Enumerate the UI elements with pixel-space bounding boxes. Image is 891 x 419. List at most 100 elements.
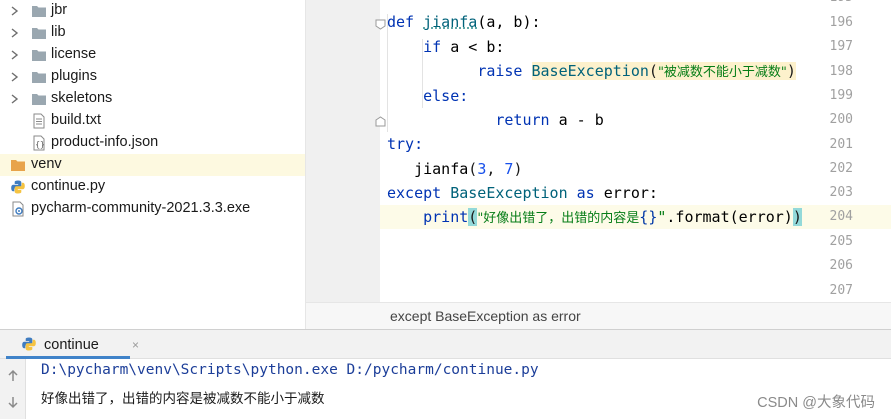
tree-item-label: continue.py	[31, 178, 106, 194]
code-token: if	[423, 38, 442, 56]
tree-item-label: build.txt	[51, 112, 101, 128]
code-token: (	[648, 62, 658, 80]
tree-item-label: pycharm-community-2021.3.3.exe	[31, 200, 251, 216]
code-token: {}	[639, 208, 658, 226]
console-output-line[interactable]: 好像出错了，出错的内容是被减数不能小于减数	[41, 387, 325, 407]
line-number: 200	[829, 112, 853, 127]
code-token: raise	[477, 62, 523, 80]
line-number-gutter	[306, 0, 380, 302]
line-number: 206	[829, 258, 853, 273]
tab-label: continue	[44, 337, 99, 353]
watermark: CSDN @大象代码	[757, 395, 875, 411]
code-line-202[interactable]: jianfa(3, 7)	[387, 157, 522, 181]
folder-icon	[31, 91, 47, 107]
code-token: a < b:	[441, 38, 505, 56]
run-console[interactable]: D:\pycharm\venv\Scripts\python.exe D:/py…	[0, 359, 891, 419]
line-number: 196	[829, 15, 853, 30]
code-token: )	[786, 62, 796, 80]
arrow-up-icon[interactable]	[6, 369, 20, 383]
folder-icon	[31, 47, 47, 63]
tree-item-label: plugins	[51, 68, 97, 84]
fold-marker-icon[interactable]	[375, 17, 386, 30]
console-command-line[interactable]: D:\pycharm\venv\Scripts\python.exe D:/py…	[41, 362, 539, 378]
tree-item-skeletons[interactable]: skeletons	[0, 88, 305, 110]
chevron-right-icon[interactable]	[9, 22, 21, 44]
tree-item-label: product-info.json	[51, 134, 159, 150]
chevron-right-icon[interactable]	[9, 0, 21, 22]
line-number: 205	[829, 234, 853, 249]
tab-continue[interactable]: continue ×	[6, 330, 139, 359]
arrow-down-icon[interactable]	[6, 395, 20, 409]
line-number: 201	[829, 137, 853, 152]
code-line-200[interactable]: return a - b	[387, 108, 604, 132]
tree-item-jbr[interactable]: jbr	[0, 0, 305, 22]
code-line-197[interactable]: if a < b:	[387, 35, 504, 59]
code-token: except	[387, 184, 442, 202]
code-line-196[interactable]: def jianfa(a, b):	[387, 10, 541, 34]
line-number: 198	[829, 64, 853, 79]
code-token: error:	[594, 184, 658, 202]
code-editor[interactable]: 195 196 197 198 199 200 201 202 203 204 …	[306, 0, 891, 302]
excluded-folder-icon	[10, 157, 26, 173]
code-token: try:	[387, 135, 424, 153]
tree-item-continue-py[interactable]: continue.py	[0, 176, 305, 198]
executable-file-icon	[10, 201, 26, 217]
code-token: "好像出错了，出错的内容是	[477, 211, 640, 226]
breadcrumb-item[interactable]: except BaseException as error	[390, 308, 581, 324]
tree-item-plugins[interactable]: plugins	[0, 66, 305, 88]
project-tree: jbr lib license plugins skeletons build.…	[0, 0, 306, 329]
code-token: jianfa	[423, 13, 478, 31]
code-token: )	[792, 208, 802, 226]
python-file-icon	[10, 179, 26, 195]
code-token: as	[576, 184, 595, 202]
code-token: "被减数不能小于减数"	[657, 65, 787, 80]
line-number: 202	[829, 161, 853, 176]
tree-item-label: lib	[51, 24, 66, 40]
code-line-199[interactable]: else:	[387, 84, 468, 108]
tree-item-lib[interactable]: lib	[0, 22, 305, 44]
code-token: )	[513, 160, 523, 178]
breadcrumb: except BaseException as error	[306, 302, 891, 329]
code-line-204[interactable]: print("好像出错了，出错的内容是{}".format(error))	[387, 205, 802, 229]
fold-end-marker-icon[interactable]	[375, 114, 386, 127]
close-icon[interactable]: ×	[132, 338, 139, 352]
run-toolbar	[0, 359, 26, 419]
line-number: 197	[829, 39, 853, 54]
code-line-201[interactable]: try:	[387, 132, 423, 156]
tree-item-pycharm-exe[interactable]: pycharm-community-2021.3.3.exe	[0, 198, 305, 220]
code-token: BaseException	[531, 62, 649, 80]
code-token: jianfa	[414, 160, 469, 178]
text-file-icon	[31, 113, 47, 129]
folder-icon	[31, 3, 47, 19]
code-token: a - b	[549, 111, 604, 129]
tree-item-label: license	[51, 46, 97, 62]
code-line-198[interactable]: raise BaseException("被减数不能小于减数")	[387, 59, 796, 83]
json-file-icon: {}	[31, 135, 47, 151]
folder-icon	[31, 25, 47, 41]
tree-item-product-info-json[interactable]: {} product-info.json	[0, 132, 305, 154]
code-token: (	[468, 208, 478, 226]
python-icon	[21, 336, 37, 352]
code-token: else:	[423, 87, 469, 105]
line-number: 203	[829, 185, 853, 200]
tree-item-label: venv	[31, 156, 62, 172]
line-number: 207	[829, 283, 853, 298]
code-token: (	[468, 160, 478, 178]
tree-item-venv[interactable]: venv	[0, 154, 305, 176]
code-token: print	[423, 208, 469, 226]
chevron-right-icon[interactable]	[9, 66, 21, 88]
code-line-203[interactable]: except BaseException as error:	[387, 181, 658, 205]
chevron-right-icon[interactable]	[9, 88, 21, 110]
chevron-right-icon[interactable]	[9, 44, 21, 66]
tree-item-label: skeletons	[51, 90, 113, 106]
run-tool-window-header: continue ×	[0, 329, 891, 359]
code-token: def	[387, 13, 415, 31]
code-token: .format(error)	[666, 208, 793, 226]
tree-item-build-txt[interactable]: build.txt	[0, 110, 305, 132]
code-token: (a, b):	[477, 13, 541, 31]
tree-item-label: jbr	[51, 2, 68, 18]
svg-text:{}: {}	[35, 140, 45, 149]
line-number: 199	[829, 88, 853, 103]
tree-item-license[interactable]: license	[0, 44, 305, 66]
line-number: 195	[813, 0, 853, 5]
